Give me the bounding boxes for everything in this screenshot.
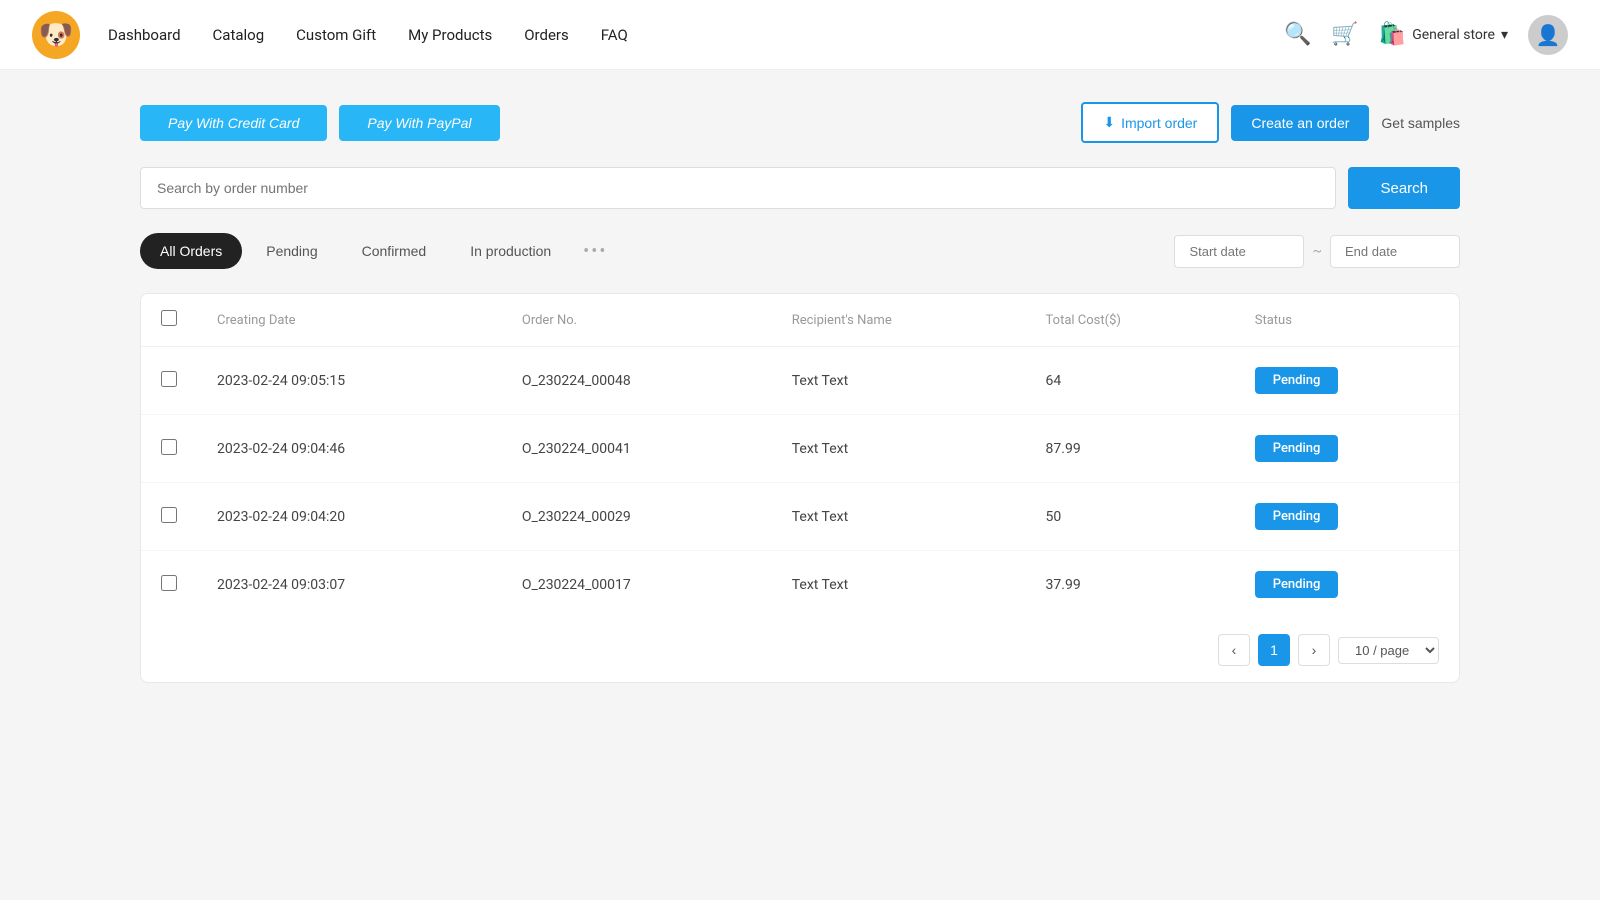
table-row: 2023-02-24 09:04:46 O_230224_00041 Text …	[141, 415, 1459, 483]
row-checkbox-cell	[141, 347, 197, 415]
orders-table-card: Creating Date Order No. Recipient's Name…	[140, 293, 1460, 683]
status-badge[interactable]: Pending	[1255, 571, 1339, 598]
tab-confirmed[interactable]: Confirmed	[342, 233, 447, 269]
row-date: 2023-02-24 09:04:46	[197, 415, 502, 483]
nav-catalog[interactable]: Catalog	[213, 26, 265, 44]
row-recipient: Text Text	[772, 415, 1026, 483]
nav-custom-gift[interactable]: Custom Gift	[296, 26, 376, 44]
status-badge[interactable]: Pending	[1255, 435, 1339, 462]
row-order-no: O_230224_00048	[502, 347, 772, 415]
chevron-down-icon: ▾	[1501, 27, 1508, 43]
row-status: Pending	[1235, 415, 1459, 483]
navbar-right: 🔍 🛒 🛍️ General store ▾ 👤	[1284, 15, 1568, 55]
nav-links: Dashboard Catalog Custom Gift My Product…	[108, 26, 1284, 44]
store-selector[interactable]: 🛍️ General store ▾	[1379, 22, 1508, 47]
row-checkbox-1[interactable]	[161, 439, 177, 455]
col-total-cost: Total Cost($)	[1026, 294, 1235, 347]
row-recipient: Text Text	[772, 551, 1026, 619]
row-status: Pending	[1235, 483, 1459, 551]
nav-dashboard[interactable]: Dashboard	[108, 26, 181, 44]
end-date-input[interactable]	[1330, 235, 1460, 268]
row-checkbox-3[interactable]	[161, 575, 177, 591]
search-input[interactable]	[140, 167, 1336, 209]
row-status: Pending	[1235, 347, 1459, 415]
nav-orders[interactable]: Orders	[524, 26, 569, 44]
date-range: ~	[1174, 235, 1460, 268]
download-icon: ⬇	[1103, 114, 1115, 131]
payment-row: Pay With Credit Card Pay With PayPal ⬇ I…	[140, 102, 1460, 143]
row-order-no: O_230224_00017	[502, 551, 772, 619]
col-recipient: Recipient's Name	[772, 294, 1026, 347]
row-cost: 37.99	[1026, 551, 1235, 619]
page-size-select[interactable]: 10 / page 20 / page 50 / page	[1338, 637, 1439, 664]
pay-paypal-button[interactable]: Pay With PayPal	[339, 105, 499, 141]
row-date: 2023-02-24 09:04:20	[197, 483, 502, 551]
col-order-no: Order No.	[502, 294, 772, 347]
row-date: 2023-02-24 09:05:15	[197, 347, 502, 415]
pagination-row: ‹ 1 › 10 / page 20 / page 50 / page	[141, 618, 1459, 682]
avatar[interactable]: 👤	[1528, 15, 1568, 55]
tabs-row: All Orders Pending Confirmed In producti…	[140, 233, 1460, 269]
tab-pending[interactable]: Pending	[246, 233, 337, 269]
get-samples-button[interactable]: Get samples	[1381, 115, 1460, 131]
search-button[interactable]: Search	[1348, 167, 1460, 209]
row-checkbox-cell	[141, 551, 197, 619]
tab-all-orders[interactable]: All Orders	[140, 233, 242, 269]
import-label: Import order	[1121, 115, 1197, 131]
table-row: 2023-02-24 09:03:07 O_230224_00017 Text …	[141, 551, 1459, 619]
row-order-no: O_230224_00041	[502, 415, 772, 483]
row-checkbox-0[interactable]	[161, 371, 177, 387]
navbar: 🐶 Dashboard Catalog Custom Gift My Produ…	[0, 0, 1600, 70]
row-order-no: O_230224_00029	[502, 483, 772, 551]
status-badge[interactable]: Pending	[1255, 367, 1339, 394]
row-recipient: Text Text	[772, 483, 1026, 551]
col-status: Status	[1235, 294, 1459, 347]
pay-credit-card-button[interactable]: Pay With Credit Card	[140, 105, 327, 141]
search-row: Search	[140, 167, 1460, 209]
table-row: 2023-02-24 09:04:20 O_230224_00029 Text …	[141, 483, 1459, 551]
store-name: General store	[1412, 27, 1495, 43]
logo[interactable]: 🐶	[32, 11, 80, 59]
prev-page-button[interactable]: ‹	[1218, 634, 1250, 666]
store-bag-icon: 🛍️	[1379, 22, 1406, 47]
row-cost: 64	[1026, 347, 1235, 415]
payment-buttons: Pay With Credit Card Pay With PayPal	[140, 105, 500, 141]
search-icon[interactable]: 🔍	[1284, 22, 1311, 47]
row-cost: 50	[1026, 483, 1235, 551]
table-row: 2023-02-24 09:05:15 O_230224_00048 Text …	[141, 347, 1459, 415]
logo-emoji: 🐶	[39, 18, 74, 51]
start-date-input[interactable]	[1174, 235, 1304, 268]
row-date: 2023-02-24 09:03:07	[197, 551, 502, 619]
row-status: Pending	[1235, 551, 1459, 619]
nav-faq[interactable]: FAQ	[601, 26, 628, 44]
row-checkbox-cell	[141, 483, 197, 551]
row-cost: 87.99	[1026, 415, 1235, 483]
select-all-checkbox[interactable]	[161, 310, 177, 326]
page-1-button[interactable]: 1	[1258, 634, 1290, 666]
col-creating-date: Creating Date	[197, 294, 502, 347]
cart-icon[interactable]: 🛒	[1331, 22, 1358, 47]
status-badge[interactable]: Pending	[1255, 503, 1339, 530]
date-separator: ~	[1312, 243, 1322, 259]
next-page-button[interactable]: ›	[1298, 634, 1330, 666]
action-buttons: ⬇ Import order Create an order Get sampl…	[1081, 102, 1460, 143]
row-recipient: Text Text	[772, 347, 1026, 415]
table-header-row: Creating Date Order No. Recipient's Name…	[141, 294, 1459, 347]
nav-my-products[interactable]: My Products	[408, 26, 492, 44]
row-checkbox-2[interactable]	[161, 507, 177, 523]
import-order-button[interactable]: ⬇ Import order	[1081, 102, 1219, 143]
row-checkbox-cell	[141, 415, 197, 483]
orders-table: Creating Date Order No. Recipient's Name…	[141, 294, 1459, 618]
create-order-button[interactable]: Create an order	[1231, 105, 1369, 141]
tab-in-production[interactable]: In production	[450, 233, 571, 269]
main-content: Pay With Credit Card Pay With PayPal ⬇ I…	[100, 70, 1500, 715]
tabs-more-icon[interactable]: •••	[575, 241, 615, 262]
col-checkbox	[141, 294, 197, 347]
